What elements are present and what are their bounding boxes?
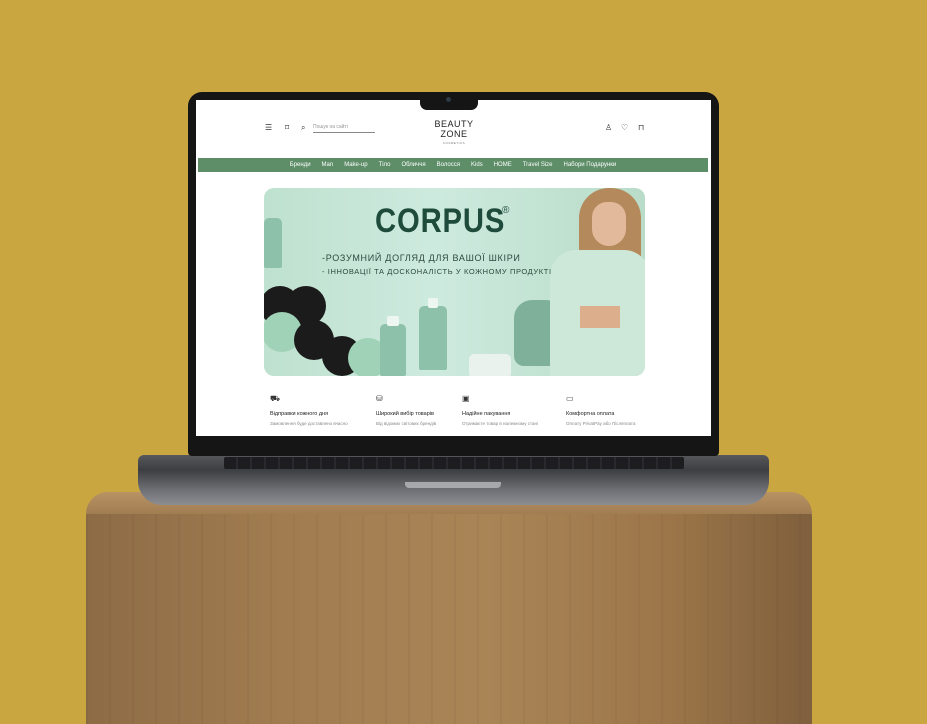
main-nav: Бренди Man Make-up Тіло Обличчя Волосся … <box>198 158 708 172</box>
logo-line2: ZONE <box>440 129 468 139</box>
truck-icon: ⛟ <box>270 394 281 403</box>
laptop-base <box>138 455 769 505</box>
nav-item-face[interactable]: Обличчя <box>401 158 425 172</box>
feature-title: Надійне пакування <box>462 411 511 417</box>
nav-item-makeup[interactable]: Make-up <box>344 158 367 172</box>
feature-title: Відправки кожного дня <box>270 411 329 417</box>
logo-line3: COSMETICS <box>442 141 466 145</box>
nav-item-body[interactable]: Тіло <box>379 158 391 172</box>
trackpad-lip <box>405 482 501 488</box>
wooden-pedestal <box>86 492 812 724</box>
nav-item-travel-size[interactable]: Travel Size <box>523 158 553 172</box>
nav-item-man[interactable]: Man <box>322 158 334 172</box>
feature-selection: ⛁ Широкий вибір товарів Від відомих світ… <box>376 388 476 426</box>
banner-tagline-2: - ІННОВАЦІЇ ТА ДОСКОНАЛІСТЬ У КОЖНОМУ ПР… <box>322 267 552 276</box>
promo-banner[interactable]: CORPUS ® -РОЗУМНИЙ ДОГЛЯД ДЛЯ ВАШОЇ ШКІР… <box>264 188 645 376</box>
search-icon[interactable]: ⌕ <box>301 123 305 133</box>
bottle-pump <box>387 316 399 326</box>
feature-subtitle: Від відомих світових брендів <box>376 421 437 426</box>
laptop-screen-bezel: ☰ ⌑ ⌕ Пошук на сайті BEAUTY ZONE COSMETI… <box>188 92 719 456</box>
wood-grain <box>86 514 812 724</box>
website-screen: ☰ ⌑ ⌕ Пошук на сайті BEAUTY ZONE COSMETI… <box>196 100 711 436</box>
feature-title: Комфортна оплата <box>566 411 615 417</box>
nav-item-home[interactable]: HOME <box>494 158 512 172</box>
model-midriff <box>580 306 620 328</box>
nav-item-gift-sets[interactable]: Набори Подарунки <box>564 158 617 172</box>
feature-subtitle: Оплату PrivatPay або Післяплата <box>566 421 636 426</box>
site-logo[interactable]: BEAUTY ZONE COSMETICS <box>422 119 486 145</box>
banner-tagline-1: -РОЗУМНИЙ ДОГЛЯД ДЛЯ ВАШОЇ ШКІРИ <box>322 253 521 263</box>
product-bottle <box>380 324 406 376</box>
feature-shipping: ⛟ Відправки кожного дня Замовлення буде … <box>270 388 370 426</box>
nav-item-brands[interactable]: Бренди <box>290 158 311 172</box>
payment-icon: ▭ <box>566 394 574 403</box>
camera-notch <box>420 92 478 110</box>
keyboard <box>224 457 684 469</box>
model-face <box>592 202 626 246</box>
logo-line1: BEAUTY <box>434 119 474 129</box>
cart-icon[interactable]: ⊓ <box>638 123 644 133</box>
feature-subtitle: Замовлення буде доставлено вчасно <box>270 421 348 426</box>
product-bottle <box>419 306 447 370</box>
features-row: ⛟ Відправки кожного дня Замовлення буде … <box>270 388 670 428</box>
boxes-icon: ⛁ <box>376 394 383 403</box>
banner-brand: CORPUS <box>375 202 506 240</box>
user-icon[interactable]: ♙ <box>605 123 612 133</box>
tag-icon[interactable]: ⌑ <box>285 123 289 133</box>
search-input[interactable]: Пошук на сайті <box>313 123 375 133</box>
feature-title: Широкий вибір товарів <box>376 411 434 417</box>
nav-item-kids[interactable]: Kids <box>471 158 483 172</box>
product-box <box>469 354 511 376</box>
box-icon: ▣ <box>462 394 470 403</box>
menu-icon[interactable]: ☰ <box>265 123 272 133</box>
heart-icon[interactable]: ♡ <box>621 123 628 133</box>
registered-mark: ® <box>502 205 510 216</box>
product-bottle <box>264 218 282 268</box>
feature-payment: ▭ Комфортна оплата Оплату PrivatPay або … <box>566 388 666 426</box>
feature-subtitle: Отримаєте товар в належному стані <box>462 421 538 426</box>
feature-packaging: ▣ Надійне пакування Отримаєте товар в на… <box>462 388 562 426</box>
nav-item-hair[interactable]: Волосся <box>437 158 460 172</box>
bottle-pump <box>428 298 438 308</box>
